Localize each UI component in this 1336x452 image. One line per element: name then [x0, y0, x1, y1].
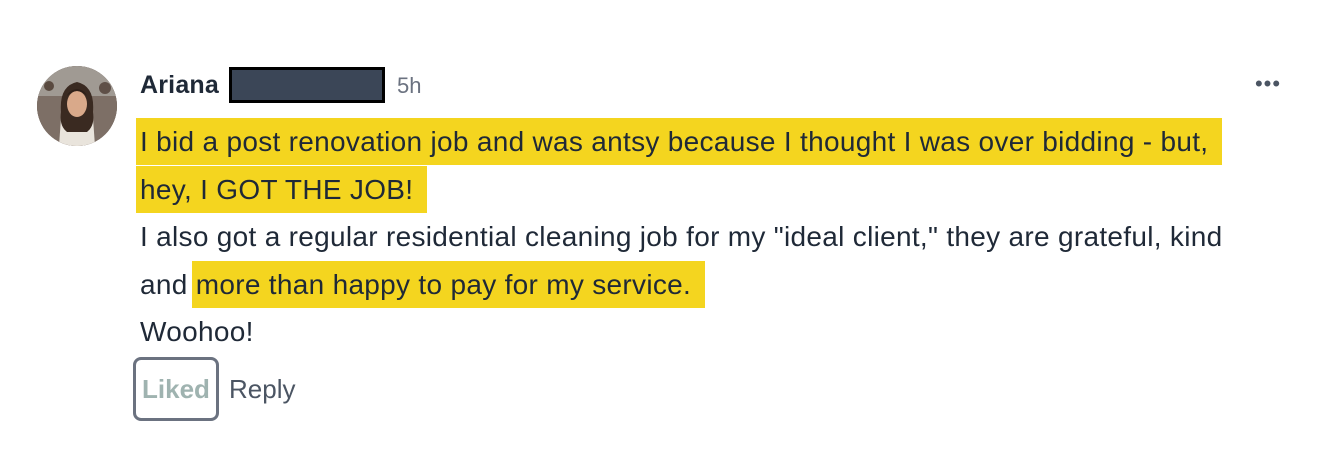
more-options-button[interactable]: •••	[1252, 71, 1284, 96]
reply-button[interactable]: Reply	[229, 374, 295, 405]
post-actions: Liked Reply	[133, 357, 295, 421]
more-options-icon: •••	[1254, 71, 1282, 96]
post-timestamp[interactable]: 5h	[397, 73, 421, 99]
avatar[interactable]	[37, 66, 117, 146]
author-name[interactable]: Ariana	[140, 71, 219, 100]
highlighted-text: more than happy to pay for my service.	[191, 260, 706, 308]
post-body: I bid a post renovation job and was ants…	[136, 118, 1260, 356]
like-button[interactable]: Liked	[133, 357, 219, 421]
post-text: Woohoo!	[140, 316, 254, 347]
highlighted-text: I bid a post renovation job and was ants…	[136, 118, 1223, 213]
avatar-photo	[37, 66, 117, 146]
redacted-surname	[229, 67, 385, 103]
